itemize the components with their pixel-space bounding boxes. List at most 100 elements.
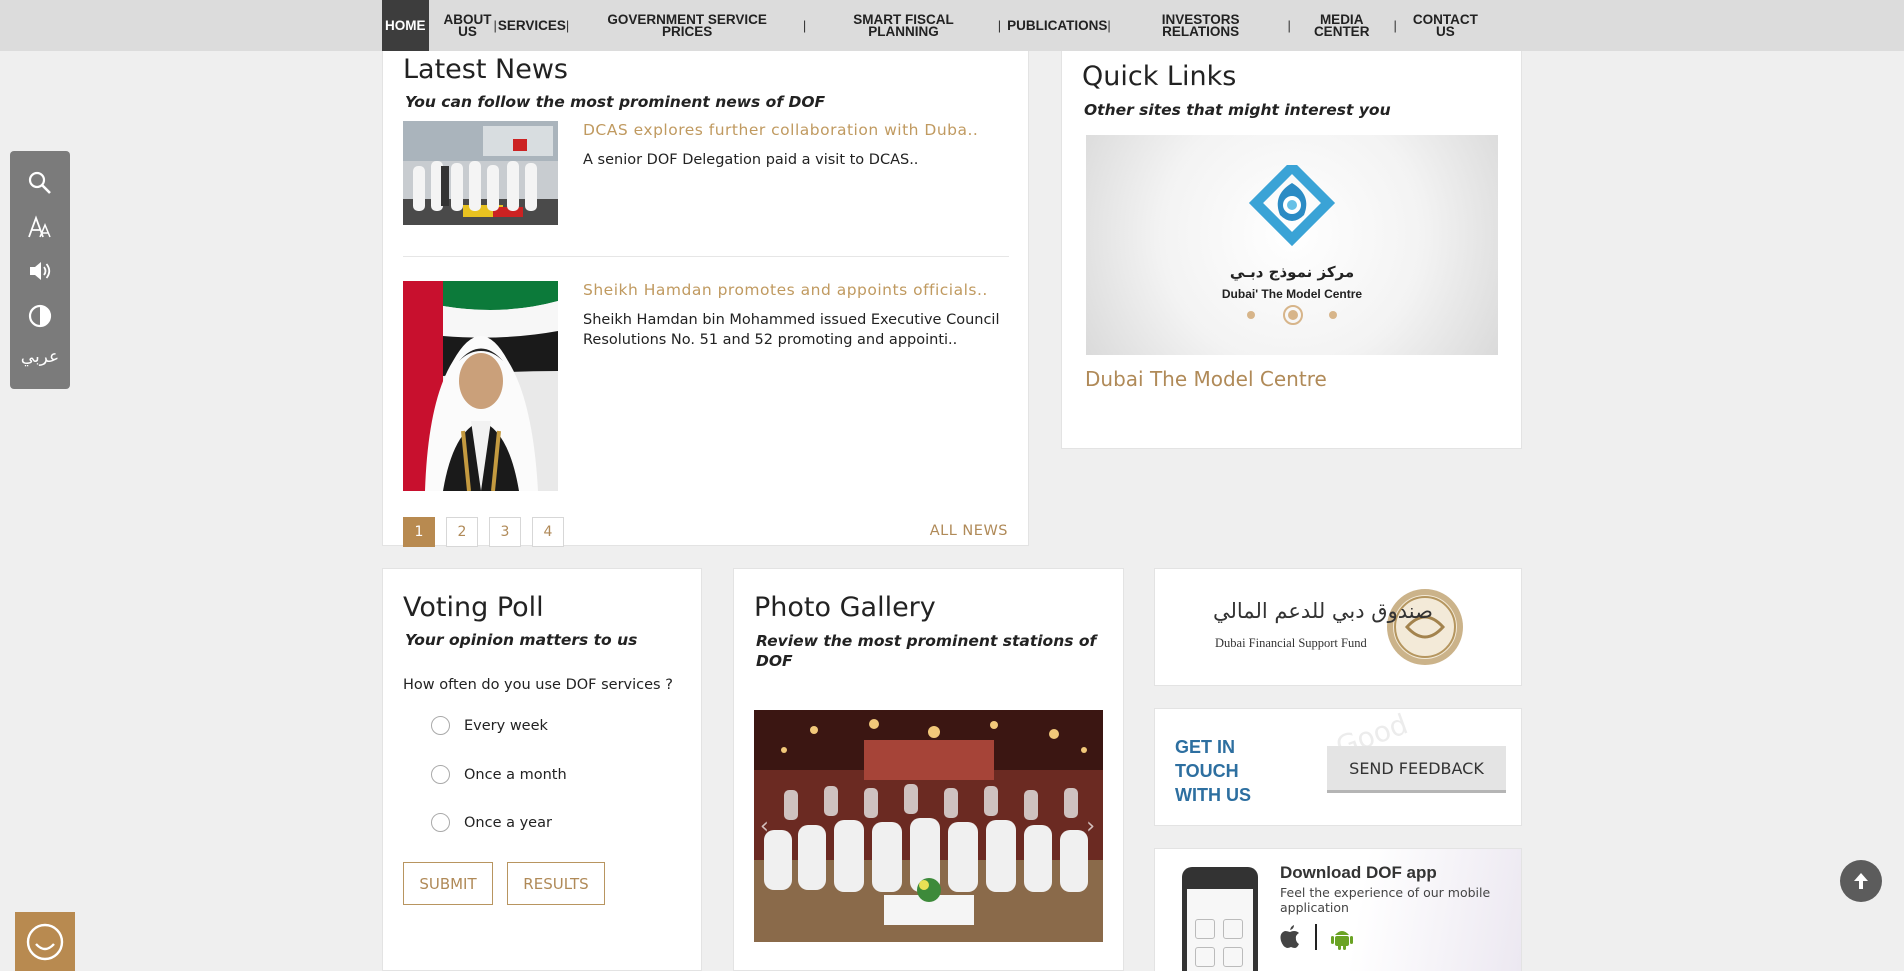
- photo-gallery-subtitle-line: Review the most prominent stations of: [756, 632, 1097, 650]
- search-icon[interactable]: [10, 163, 70, 203]
- nav-separator: |: [1287, 18, 1291, 33]
- news-thumbnail-dcas[interactable]: [403, 121, 558, 225]
- app-tile: [1195, 947, 1215, 967]
- accessibility-toolbar: عربي: [10, 151, 70, 389]
- nav-investors-relations[interactable]: INVESTORS RELATIONS: [1162, 12, 1240, 39]
- store-divider: [1315, 924, 1317, 950]
- news-pagination: 1 2 3 4: [403, 517, 564, 547]
- support-fund-banner[interactable]: صندوق دبي للدعم المالي Dubai Financial S…: [1154, 568, 1522, 686]
- nav-gsp-line2: PRICES: [661, 23, 713, 39]
- voting-poll-subtitle: Your opinion matters to us: [405, 631, 638, 649]
- radio-button[interactable]: [431, 716, 450, 735]
- poll-option[interactable]: Once a year: [431, 813, 552, 832]
- nav-publications[interactable]: PUBLICATIONS: [1007, 18, 1107, 32]
- news-title-link[interactable]: Sheikh Hamdan promotes and appoints offi…: [583, 281, 988, 299]
- all-news-link[interactable]: ALL NEWS: [930, 523, 1008, 539]
- poll-option-label: Once a year: [464, 814, 552, 831]
- nav-about-line2: US: [458, 23, 477, 39]
- gallery-photo[interactable]: ‹ ›: [754, 710, 1103, 942]
- top-nav-bar: HOME ABOUT US | SERVICES | GOVERNMENT SE…: [0, 0, 1904, 51]
- news-thumbnail-hamdan[interactable]: [403, 281, 558, 491]
- banner-dots: [1247, 305, 1337, 325]
- speaker-icon[interactable]: [10, 251, 70, 291]
- apple-icon[interactable]: [1279, 925, 1301, 949]
- nav-sfp-line2: PLANNING: [868, 23, 939, 39]
- latest-news-title: Latest News: [403, 54, 568, 85]
- page-button-3[interactable]: 3: [489, 517, 521, 547]
- news-description: A senior DOF Delegation paid a visit to …: [583, 150, 918, 170]
- poll-results-button[interactable]: RESULTS: [507, 862, 605, 905]
- nav-ir-line2: RELATIONS: [1162, 23, 1240, 39]
- radio-button[interactable]: [431, 765, 450, 784]
- android-icon[interactable]: [1331, 926, 1353, 950]
- get-in-touch-heading: GET IN TOUCH WITH US: [1175, 735, 1251, 807]
- page-button-4[interactable]: 4: [532, 517, 564, 547]
- nav-government-service-prices[interactable]: GOVERNMENT SERVICE PRICES: [607, 12, 767, 39]
- news-divider: [403, 256, 1009, 257]
- download-app-panel: Download DOF app Feel the experience of …: [1154, 848, 1522, 971]
- contrast-icon[interactable]: [10, 296, 70, 336]
- radio-button[interactable]: [431, 813, 450, 832]
- poll-option[interactable]: Once a month: [431, 765, 567, 784]
- nav-services[interactable]: SERVICES: [497, 17, 566, 33]
- photo-gallery-title: Photo Gallery: [754, 592, 936, 623]
- app-tile: [1195, 919, 1215, 939]
- page-button-2[interactable]: 2: [446, 517, 478, 547]
- model-centre-logo: [1248, 165, 1336, 247]
- quick-links-subtitle: Other sites that might interest you: [1084, 101, 1391, 119]
- smiley-feedback-button[interactable]: [15, 912, 75, 971]
- phone-screen: [1187, 889, 1253, 971]
- carousel-dot[interactable]: [1247, 311, 1255, 319]
- voting-poll-title: Voting Poll: [403, 592, 544, 623]
- text-size-icon[interactable]: [10, 208, 70, 248]
- nav-smart-fiscal-planning[interactable]: SMART FISCAL PLANNING: [853, 12, 954, 39]
- news-description-line: A senior DOF Delegation paid a visit to …: [583, 152, 919, 168]
- photo-gallery-subtitle: Review the most prominent stations of DO…: [756, 631, 1096, 671]
- nav-contact-us[interactable]: CONTACT US: [1413, 12, 1478, 38]
- get-in-touch-line: WITH US: [1175, 785, 1251, 805]
- send-feedback-button[interactable]: SEND FEEDBACK: [1327, 746, 1506, 793]
- arrow-up-icon: [1854, 873, 1868, 889]
- poll-submit-button[interactable]: SUBMIT: [403, 862, 493, 905]
- page-button-1[interactable]: 1: [403, 517, 435, 547]
- nav-about-us[interactable]: ABOUT US: [444, 12, 492, 39]
- app-tile: [1223, 947, 1243, 967]
- news-description: Sheikh Hamdan bin Mohammed issued Execut…: [583, 310, 1000, 350]
- quick-links-panel: Quick Links Other sites that might inter…: [1061, 51, 1522, 449]
- model-centre-link[interactable]: Dubai The Model Centre: [1085, 367, 1327, 391]
- model-centre-banner[interactable]: مركز نموذج دبـي Dubai' The Model Centre: [1086, 135, 1498, 355]
- language-toggle[interactable]: عربي: [10, 337, 70, 377]
- language-toggle-label: عربي: [20, 347, 60, 367]
- nav-separator: |: [802, 18, 807, 33]
- news-title-link[interactable]: DCAS explores further collaboration with…: [583, 121, 978, 139]
- carousel-dot-active-inner: [1288, 310, 1298, 320]
- carousel-dot[interactable]: [1329, 311, 1337, 319]
- download-app-description: Feel the experience of our mobile applic…: [1280, 885, 1490, 915]
- nav-separator: |: [1107, 18, 1111, 33]
- nav-separator: |: [565, 18, 570, 33]
- poll-option-label: Every week: [464, 717, 548, 734]
- gallery-prev-arrow[interactable]: ‹: [760, 814, 769, 839]
- nav-separator: |: [1393, 18, 1397, 33]
- get-in-touch-panel: Good GET IN TOUCH WITH US SEND FEEDBACK: [1154, 708, 1522, 826]
- nav-media-center[interactable]: MEDIA CENTER: [1314, 12, 1370, 38]
- nav-home[interactable]: HOME: [382, 0, 429, 51]
- news-description-line: Sheikh Hamdan bin Mohammed issued Execut…: [583, 312, 1000, 328]
- main-nav: HOME ABOUT US | SERVICES | GOVERNMENT SE…: [382, 0, 1478, 51]
- nav-separator: |: [493, 18, 497, 33]
- support-fund-arabic: صندوق دبي للدعم المالي: [1213, 599, 1433, 623]
- news-item: DCAS explores further collaboration with…: [403, 121, 1009, 225]
- news-description-line: Resolutions No. 51 and 52 promoting and …: [583, 332, 958, 348]
- model-centre-english: Dubai' The Model Centre: [1221, 287, 1363, 301]
- nav-services-label: SERVICES: [497, 17, 566, 33]
- poll-option[interactable]: Every week: [431, 716, 548, 735]
- gallery-next-arrow[interactable]: ›: [1086, 814, 1095, 839]
- poll-option-label: Once a month: [464, 766, 567, 783]
- latest-news-subtitle: You can follow the most prominent news o…: [405, 93, 826, 111]
- scroll-to-top-button[interactable]: [1840, 860, 1882, 902]
- quick-links-title: Quick Links: [1082, 61, 1237, 92]
- poll-question: How often do you use DOF services ?: [403, 677, 673, 693]
- download-app-description-line: Feel the experience of our mobile: [1280, 885, 1491, 900]
- photo-gallery-panel: Photo Gallery Review the most prominent …: [733, 568, 1124, 971]
- model-centre-arabic: مركز نموذج دبـي: [1229, 263, 1355, 281]
